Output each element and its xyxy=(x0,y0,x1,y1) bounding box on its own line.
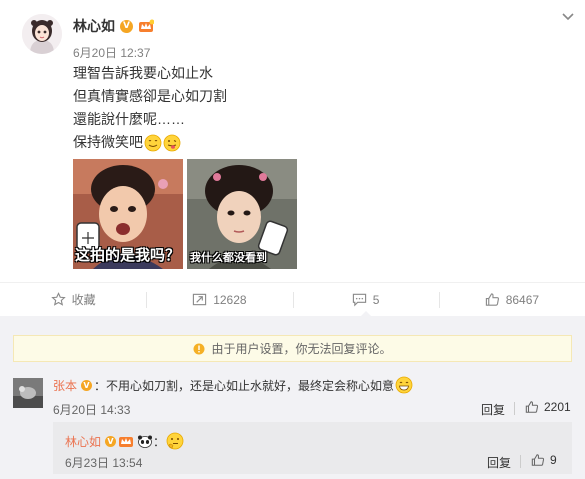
post-image[interactable]: 这拍的是我吗？ xyxy=(73,159,183,269)
reply-like-count: 9 xyxy=(550,453,557,467)
comment-button[interactable]: 5 xyxy=(292,283,439,317)
reply-button[interactable]: 回复 xyxy=(481,401,505,418)
reply-button[interactable]: 回复 xyxy=(487,454,511,471)
alert-icon xyxy=(193,343,205,354)
replier-name[interactable]: 林心如 xyxy=(65,433,101,450)
nested-reply: 林心如 V ： 6月23日 13:54 回复 9 xyxy=(53,422,572,474)
comment-time: 6月20日 14:33 xyxy=(53,403,131,417)
favorite-label: 收藏 xyxy=(71,293,96,307)
thinking-emoji-icon xyxy=(166,432,184,450)
favorite-button[interactable]: 收藏 xyxy=(0,283,146,316)
chevron-down-icon[interactable] xyxy=(560,8,576,24)
panda-badge-icon xyxy=(138,435,153,448)
like-button[interactable]: 86467 xyxy=(438,283,585,316)
thumbs-up-icon xyxy=(531,454,545,466)
post-line: 保持微笑吧 xyxy=(73,134,143,150)
reply-time: 6月23日 13:54 xyxy=(65,456,143,470)
like-count: 86467 xyxy=(505,292,540,307)
post-line-with-emoji: 保持微笑吧 xyxy=(73,131,227,154)
author-name[interactable]: 林心如 xyxy=(73,16,115,36)
repost-icon xyxy=(193,293,207,306)
image-caption: 我什么都没看到 xyxy=(190,252,267,264)
post-line: 但真情實感卻是心如刀割 xyxy=(73,88,227,104)
repost-count: 12628 xyxy=(213,292,247,307)
divider xyxy=(514,402,515,415)
verified-v-icon: V xyxy=(81,379,93,391)
author-row: 林心如 V xyxy=(73,17,154,35)
thumbs-up-icon xyxy=(485,293,499,306)
comment-like-button[interactable]: 2201 xyxy=(525,400,571,414)
reply-like-button[interactable]: 9 xyxy=(531,453,557,467)
divider xyxy=(520,455,521,468)
comment-icon xyxy=(352,293,366,307)
commenter-avatar[interactable] xyxy=(13,378,43,408)
comment-text-row: 张本 V ：不用心如刀割，还是心如止水就好，最终定会称心如意 xyxy=(53,376,413,394)
post-content: 理智告訴我要心如止水 但真情實感卻是心如刀割 還能說什麼呢…… 保持微笑吧 xyxy=(73,62,227,154)
repost-button[interactable]: 12628 xyxy=(146,283,292,316)
post-image[interactable]: 我什么都没看到 xyxy=(187,159,297,269)
notice-text: 由于用户设置，你无法回复评论。 xyxy=(211,342,392,356)
reply-text-row: 林心如 V ： xyxy=(65,432,184,450)
weibo-post: 林心如 V 6月20日 12:37 理智告訴我要心如止水 但真情實感卻是心如刀割… xyxy=(0,0,585,282)
post-time[interactable]: 6月20日 12:37 xyxy=(73,44,150,61)
comments-section: 由于用户设置，你无法回复评论。 张本 V ：不用心如刀割，还是心如止水就好，最终… xyxy=(0,316,585,479)
grin-emoji-icon xyxy=(395,376,413,394)
star-icon xyxy=(50,292,66,306)
smile-emoji-icon xyxy=(144,134,162,151)
thumbs-up-icon xyxy=(525,401,539,413)
comment-text: ：不用心如刀割，还是心如止水就好，最终定会称心如意 xyxy=(94,378,395,393)
commenter-name[interactable]: 张本 xyxy=(53,377,77,394)
verified-v-icon: V xyxy=(105,435,117,447)
post-action-bar: 收藏 12628 5 86467 xyxy=(0,282,585,317)
author-avatar[interactable] xyxy=(22,14,62,54)
tongue-emoji-icon xyxy=(163,134,181,151)
comment-restriction-notice: 由于用户设置，你无法回复评论。 xyxy=(13,335,572,362)
post-line: 理智告訴我要心如止水 xyxy=(73,65,213,81)
comment-like-count: 2201 xyxy=(544,400,571,414)
image-caption: 这拍的是我吗？ xyxy=(75,247,181,264)
vip-crown-icon xyxy=(119,437,134,447)
post-line: 還能說什麼呢…… xyxy=(73,111,185,127)
vip-crown-icon xyxy=(139,19,154,32)
comment-count: 5 xyxy=(372,292,380,307)
verified-v-icon: V xyxy=(120,19,133,33)
reply-text: ： xyxy=(153,434,166,449)
